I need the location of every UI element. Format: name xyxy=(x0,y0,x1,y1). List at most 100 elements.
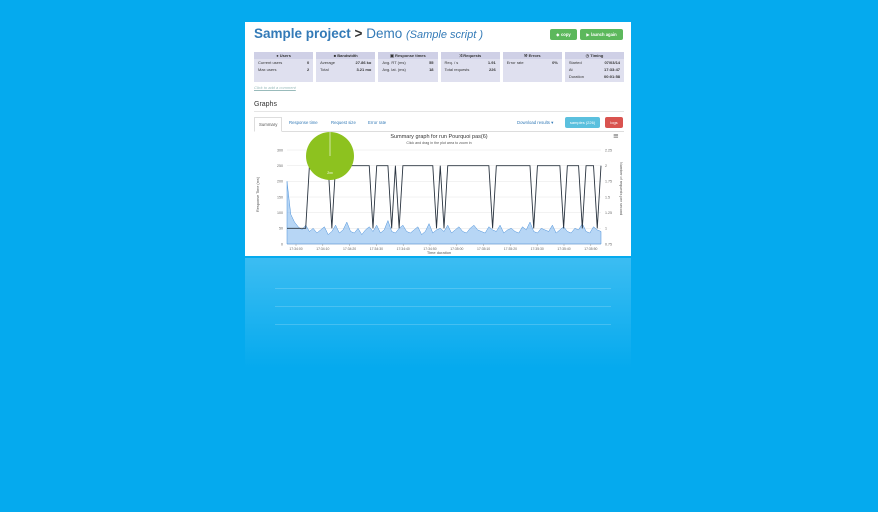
y-left-tick-label: 100 xyxy=(277,211,283,215)
stat-key: Error rate xyxy=(506,60,524,65)
stat-value: 55 xyxy=(429,60,434,65)
script-name: (Sample script ) xyxy=(405,29,484,41)
stat-title: Errors xyxy=(528,53,541,58)
stat-key: Total requests xyxy=(444,67,470,72)
stat-title: Users xyxy=(279,53,291,58)
x-tick-label: 17:34:10 xyxy=(316,247,329,251)
launch-label: launch again xyxy=(591,32,617,37)
x-tick-label: 17:34:40 xyxy=(397,247,410,251)
breadcrumb-separator: > xyxy=(354,26,363,41)
y-right-tick-label: 2 xyxy=(605,164,607,168)
tag-icon: ◆ xyxy=(556,32,560,37)
y-left-tick-label: 200 xyxy=(277,180,283,184)
x-tick-label: 17:35:50 xyxy=(584,247,597,251)
y-left-tick-label: 250 xyxy=(277,164,283,168)
graph-tabs: Summary Response time Request size Error… xyxy=(254,117,624,132)
chart-title: Summary graph for run Pourquoi pas(6) xyxy=(390,134,487,140)
download-results-dropdown[interactable]: Download results ▾ xyxy=(517,120,553,126)
user-icon: ● xyxy=(276,53,279,58)
stat-errors: ⚒ Errors Error rate 0% xyxy=(502,52,562,82)
y-right-tick-label: 2.25 xyxy=(605,148,612,152)
report-panel: Sample project > Demo (Sample script ) ◆… xyxy=(245,22,631,256)
stat-value: 27.86 ko xyxy=(355,60,372,65)
stat-value: 2 xyxy=(306,67,310,72)
stat-value: 3.21 mo xyxy=(356,67,372,72)
y-right-tick-label: 1.5 xyxy=(605,195,610,199)
tab-summary[interactable]: Summary xyxy=(254,117,283,132)
reflection-line xyxy=(275,288,611,289)
stat-value: 0% xyxy=(552,60,558,65)
samples-button[interactable]: samples (226) xyxy=(565,117,600,128)
stat-title: Bandwidth xyxy=(337,53,358,58)
x-tick-label: 17:34:00 xyxy=(289,247,302,251)
stat-value: 18 xyxy=(429,67,434,72)
tab-request-size[interactable]: Request size xyxy=(331,120,356,125)
logs-button[interactable]: logs xyxy=(605,117,623,128)
play-icon: ▶ xyxy=(586,32,590,37)
stat-value: 1.91 xyxy=(487,60,496,65)
x-axis-label: Time duration xyxy=(427,250,451,255)
pie-chart: 2xx xyxy=(306,132,354,180)
stat-title: Response times xyxy=(395,53,426,58)
stat-timing: ◷ Timing Started 07/03/14 At 17:33:47 Dura… xyxy=(564,52,625,82)
stat-key: Req. / s xyxy=(444,60,459,65)
stat-requests: ⤨ Requests Req. / s 1.91 Total requests 22… xyxy=(440,52,500,82)
x-tick-label: 17:35:00 xyxy=(450,247,463,251)
copy-button[interactable]: ◆ copy xyxy=(550,29,577,40)
stat-value: 00:01:58 xyxy=(604,74,621,79)
x-tick-label: 17:35:30 xyxy=(531,247,544,251)
add-comment-link[interactable]: Click to add a comment xyxy=(254,85,296,90)
y-right-tick-label: 1 xyxy=(605,227,607,231)
y-left-tick-label: 50 xyxy=(279,227,283,231)
y-left-tick-label: 0 xyxy=(281,242,283,246)
project-link[interactable]: Sample project xyxy=(254,26,351,41)
y-axis-left-label: Response Time (ms) xyxy=(256,176,260,212)
stat-key: Duration xyxy=(568,74,584,79)
x-tick-label: 17:35:40 xyxy=(557,247,570,251)
shuffle-icon: ⤨ xyxy=(458,53,463,58)
stat-key: Avg. RT (ms) xyxy=(382,60,406,65)
stat-key: Avg. lat. (ms) xyxy=(382,67,406,72)
tab-error-rate[interactable]: Error rate xyxy=(368,120,386,125)
stats-bar: ● Users Current users 0 Max users 2 ■ Band… xyxy=(254,52,625,82)
page-title: Sample project > Demo (Sample script ) xyxy=(254,26,483,41)
stat-users: ● Users Current users 0 Max users 2 xyxy=(254,52,314,82)
x-tick-label: 17:34:20 xyxy=(343,247,356,251)
stat-key: Total xyxy=(320,67,329,72)
panel-reflection xyxy=(245,258,631,368)
stat-value: 17:33:47 xyxy=(604,67,621,72)
bandwidth-icon: ■ xyxy=(333,53,337,58)
demo-link[interactable]: Demo xyxy=(366,26,402,41)
y-right-tick-label: 1.25 xyxy=(605,211,612,215)
stat-bandwidth: ■ Bandwidth Average 27.86 ko Total 3.21 mo xyxy=(316,52,376,82)
stat-title: Timing xyxy=(590,53,604,58)
stat-value: 07/03/14 xyxy=(604,60,621,65)
copy-label: copy xyxy=(560,32,571,37)
stat-key: At xyxy=(568,67,573,72)
stat-response-times: ▣ Response times Avg. RT (ms) 55 Avg. lat… xyxy=(378,52,438,82)
reflection-line xyxy=(275,306,611,307)
y-axis-right-label: Number of requests per second xyxy=(619,162,623,215)
stat-key: Started xyxy=(568,60,582,65)
wrench-icon: ⚒ xyxy=(523,53,528,58)
chart-svg[interactable]: Summary graph for run Pourquoi pas(6) Cl… xyxy=(254,132,624,256)
graphs-heading: Graphs xyxy=(254,101,277,108)
y-left-tick-label: 150 xyxy=(277,195,283,199)
launch-again-button[interactable]: ▶ launch again xyxy=(580,29,623,40)
pie-label: 2xx xyxy=(327,171,333,175)
x-tick-label: 17:34:30 xyxy=(370,247,383,251)
hamburger-menu-icon[interactable]: ≡ xyxy=(613,132,619,140)
y-right-tick-label: 0.75 xyxy=(605,242,612,246)
chart-subtitle: Click and drag in the plot area to zoom … xyxy=(406,141,471,145)
y-right-tick-label: 1.75 xyxy=(605,180,612,184)
tab-response-time[interactable]: Response time xyxy=(289,120,318,125)
summary-chart[interactable]: Summary graph for run Pourquoi pas(6) Cl… xyxy=(254,132,624,256)
x-tick-label: 17:35:20 xyxy=(504,247,517,251)
divider xyxy=(254,111,624,112)
clock-icon: ◷ xyxy=(585,53,590,58)
x-tick-label: 17:35:10 xyxy=(477,247,490,251)
reflection-line xyxy=(275,324,611,325)
stat-key: Average xyxy=(320,60,335,65)
stat-value: 0 xyxy=(306,60,310,65)
stat-title: Requests xyxy=(463,53,482,58)
